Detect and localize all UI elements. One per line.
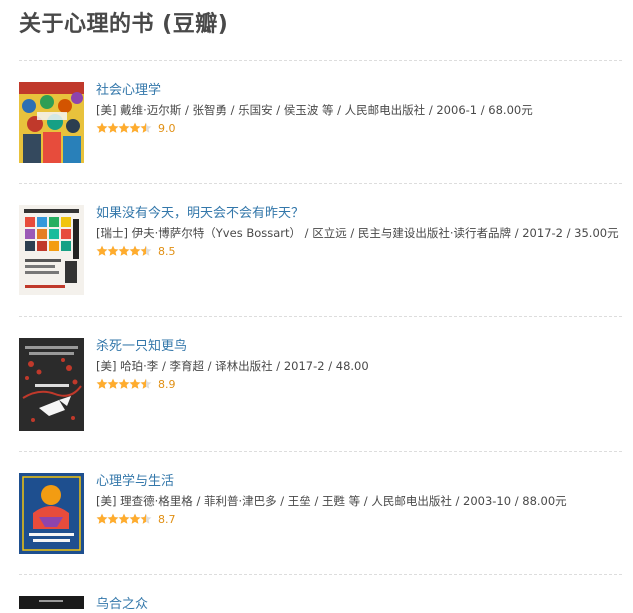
star-icon — [129, 122, 141, 133]
book-meta: [瑞士] 伊夫·博萨尔特（Yves Bossart） / 区立远 / 民主与建设… — [96, 226, 619, 240]
star-rating-icon — [96, 378, 152, 392]
divider — [19, 183, 622, 184]
star-icon — [96, 513, 108, 524]
divider — [19, 60, 622, 61]
star-icon — [118, 513, 130, 524]
star-icon — [96, 378, 108, 389]
divider — [19, 574, 622, 575]
star-rating-icon — [96, 245, 152, 259]
book-meta: [美] 哈珀·李 / 李育超 / 译林出版社 / 2017-2 / 48.00 — [96, 359, 369, 373]
star-icon — [129, 513, 141, 524]
book-meta: [美] 戴维·迈尔斯 / 张智勇 / 乐国安 / 侯玉波 等 / 人民邮电出版社… — [96, 103, 533, 117]
book-title-link[interactable]: 社会心理学 — [96, 82, 626, 99]
star-icon — [118, 378, 130, 389]
rating-score: 8.7 — [158, 513, 176, 526]
divider — [19, 316, 622, 317]
book-title-link[interactable]: 杀死一只知更鸟 — [96, 338, 626, 355]
star-icon — [140, 122, 152, 133]
star-icon — [96, 122, 108, 133]
star-icon — [96, 245, 108, 256]
book-cover[interactable] — [19, 82, 84, 163]
book-title-link[interactable]: 如果没有今天，明天会不会有昨天？ — [96, 205, 626, 222]
star-icon — [118, 245, 130, 256]
star-icon — [118, 122, 130, 133]
star-rating-icon — [96, 122, 152, 136]
rating-score: 9.0 — [158, 122, 176, 135]
rating-row: 8.9 — [96, 378, 626, 392]
book-cover[interactable] — [19, 473, 84, 554]
star-icon — [107, 378, 119, 389]
star-icon — [129, 245, 141, 256]
book-title-link[interactable]: 心理学与生活 — [96, 473, 626, 490]
book-cover[interactable] — [19, 338, 84, 431]
book-title-link[interactable]: 乌合之众 — [96, 596, 626, 613]
star-rating-icon — [96, 513, 152, 527]
rating-row: 9.0 — [96, 122, 626, 136]
book-meta: [美] 理查德·格里格 / 菲利普·津巴多 / 王垒 / 王甦 等 / 人民邮电… — [96, 494, 567, 508]
rating-score: 8.5 — [158, 245, 176, 258]
rating-row: 8.5 — [96, 245, 626, 259]
star-icon — [140, 513, 152, 524]
star-icon — [129, 378, 141, 389]
star-icon — [107, 245, 119, 256]
star-icon — [107, 122, 119, 133]
divider — [19, 451, 622, 452]
rating-row: 8.7 — [96, 513, 626, 527]
star-icon — [140, 378, 152, 389]
book-cover[interactable] — [19, 205, 84, 295]
book-cover[interactable] — [19, 596, 84, 609]
star-icon — [140, 245, 152, 256]
page-title: 关于心理的书 (豆瓣) — [19, 12, 229, 37]
rating-score: 8.9 — [158, 378, 176, 391]
star-icon — [107, 513, 119, 524]
